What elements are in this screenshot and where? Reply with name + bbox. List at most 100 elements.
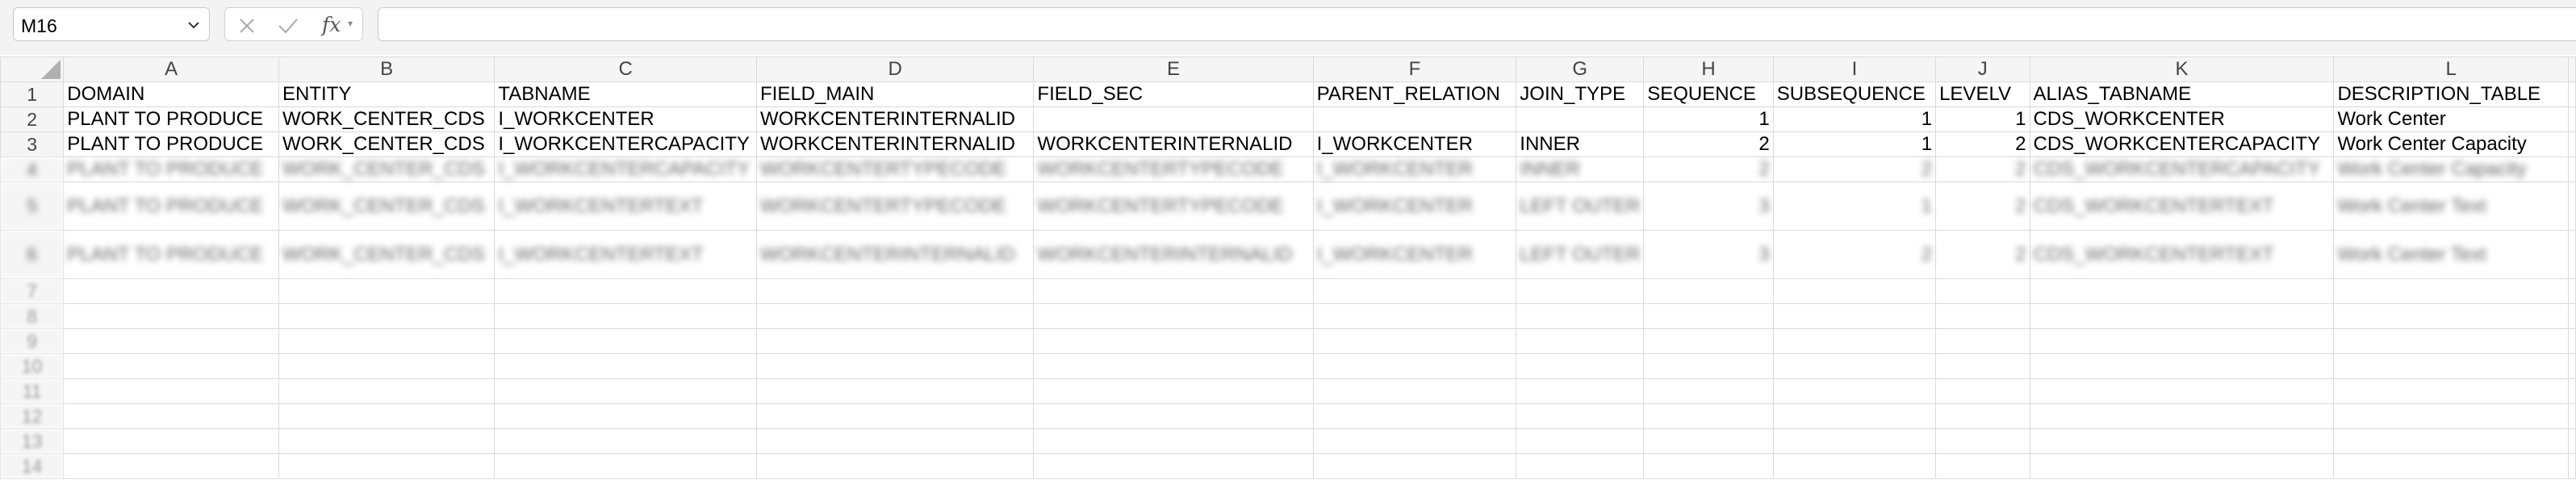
cell-a9[interactable] <box>63 328 279 354</box>
column-header-b[interactable]: B <box>278 56 496 82</box>
cell-f8[interactable] <box>1312 303 1517 329</box>
cell-a13[interactable] <box>63 428 279 454</box>
cell-f7[interactable] <box>1312 278 1517 304</box>
cell-g12[interactable] <box>1516 403 1645 429</box>
cell-a1[interactable]: DOMAIN <box>63 81 279 107</box>
cell-l12[interactable] <box>2333 403 2569 429</box>
cell-c9[interactable] <box>494 328 757 354</box>
cell-l4[interactable]: Work Center Capacity <box>2333 156 2569 182</box>
cell-d1[interactable]: FIELD_MAIN <box>755 81 1035 107</box>
cell-h3[interactable]: 2 <box>1643 131 1774 157</box>
cell-m12[interactable] <box>2568 403 2576 429</box>
cell-d14[interactable] <box>755 453 1035 479</box>
cell-c5[interactable]: I_WORKCENTERTEXT <box>494 181 757 231</box>
cell-l8[interactable] <box>2333 303 2569 329</box>
cell-k12[interactable] <box>2029 403 2335 429</box>
cell-f5[interactable]: I_WORKCENTER <box>1312 181 1517 231</box>
cell-g10[interactable] <box>1516 353 1645 379</box>
cell-l5[interactable]: Work Center Text <box>2333 181 2569 231</box>
cell-e2[interactable] <box>1033 106 1314 132</box>
cell-i11[interactable] <box>1772 378 1937 404</box>
cell-c12[interactable] <box>494 403 757 429</box>
cell-i5[interactable]: 1 <box>1772 181 1937 231</box>
cell-d4[interactable]: WORKCENTERTYPECODE <box>755 156 1035 182</box>
cell-g4[interactable]: INNER <box>1516 156 1645 182</box>
cell-k14[interactable] <box>2029 453 2335 479</box>
cell-j14[interactable] <box>1935 453 2030 479</box>
cell-c6[interactable]: I_WORKCENTERTEXT <box>494 230 757 279</box>
row-header[interactable]: 1 <box>0 81 65 107</box>
cell-d3[interactable]: WORKCENTERINTERNALID <box>755 131 1035 157</box>
cell-l14[interactable] <box>2333 453 2569 479</box>
cell-h8[interactable] <box>1643 303 1774 329</box>
cell-g14[interactable] <box>1516 453 1645 479</box>
cell-h2[interactable]: 1 <box>1643 106 1774 132</box>
cell-e4[interactable]: WORKCENTERTYPECODE <box>1033 156 1314 182</box>
cell-f4[interactable]: I_WORKCENTER <box>1312 156 1517 182</box>
cell-b8[interactable] <box>278 303 496 329</box>
cell-d11[interactable] <box>755 378 1035 404</box>
row-header[interactable]: 11 <box>0 378 65 404</box>
cell-g6[interactable]: LEFT OUTER <box>1516 230 1645 279</box>
cell-j1[interactable]: LEVELV <box>1935 81 2030 107</box>
row-header[interactable]: 10 <box>0 353 65 379</box>
cell-m5[interactable] <box>2568 181 2576 231</box>
cell-c10[interactable] <box>494 353 757 379</box>
cell-e7[interactable] <box>1033 278 1314 304</box>
cell-i6[interactable]: 2 <box>1772 230 1937 279</box>
cell-e12[interactable] <box>1033 403 1314 429</box>
cell-f11[interactable] <box>1312 378 1517 404</box>
cell-d5[interactable]: WORKCENTERTYPECODE <box>755 181 1035 231</box>
cell-a10[interactable] <box>63 353 279 379</box>
cell-j4[interactable]: 2 <box>1935 156 2030 182</box>
cell-g9[interactable] <box>1516 328 1645 354</box>
cell-j8[interactable] <box>1935 303 2030 329</box>
cell-h10[interactable] <box>1643 353 1774 379</box>
cell-f9[interactable] <box>1312 328 1517 354</box>
cancel-icon[interactable] <box>236 15 257 36</box>
cell-a6[interactable]: PLANT TO PRODUCE <box>63 230 279 279</box>
cell-c13[interactable] <box>494 428 757 454</box>
cell-m8[interactable] <box>2568 303 2576 329</box>
cell-a11[interactable] <box>63 378 279 404</box>
cell-e5[interactable]: WORKCENTERTYPECODE <box>1033 181 1314 231</box>
row-header[interactable]: 2 <box>0 106 65 132</box>
cell-h4[interactable]: 2 <box>1643 156 1774 182</box>
column-header-m[interactable] <box>2568 56 2576 82</box>
cell-c3[interactable]: I_WORKCENTERCAPACITY <box>494 131 757 157</box>
column-header-j[interactable]: J <box>1935 56 2030 82</box>
cell-b7[interactable] <box>278 278 496 304</box>
cell-l9[interactable] <box>2333 328 2569 354</box>
cell-i12[interactable] <box>1772 403 1937 429</box>
cell-c7[interactable] <box>494 278 757 304</box>
cell-e3[interactable]: WORKCENTERINTERNALID <box>1033 131 1314 157</box>
cell-k10[interactable] <box>2029 353 2335 379</box>
cell-k3[interactable]: CDS_WORKCENTERCAPACITY <box>2029 131 2335 157</box>
cell-m11[interactable] <box>2568 378 2576 404</box>
cell-d10[interactable] <box>755 353 1035 379</box>
insert-function-button[interactable]: fx <box>322 13 341 36</box>
cell-l1[interactable]: DESCRIPTION_TABLE <box>2333 81 2569 107</box>
cell-g2[interactable] <box>1516 106 1645 132</box>
cell-g3[interactable]: INNER <box>1516 131 1645 157</box>
formula-input[interactable] <box>378 7 2576 41</box>
fx-dropdown-icon[interactable]: ▾ <box>348 18 353 29</box>
cell-l2[interactable]: Work Center <box>2333 106 2569 132</box>
cell-a2[interactable]: PLANT TO PRODUCE <box>63 106 279 132</box>
cell-c1[interactable]: TABNAME <box>494 81 757 107</box>
cell-d13[interactable] <box>755 428 1035 454</box>
cell-b1[interactable]: ENTITY <box>278 81 496 107</box>
cell-b3[interactable]: WORK_CENTER_CDS <box>278 131 496 157</box>
cell-a4[interactable]: PLANT TO PRODUCE <box>63 156 279 182</box>
cell-m7[interactable] <box>2568 278 2576 304</box>
cell-i4[interactable]: 2 <box>1772 156 1937 182</box>
cell-b14[interactable] <box>278 453 496 479</box>
cell-i3[interactable]: 1 <box>1772 131 1937 157</box>
cell-j9[interactable] <box>1935 328 2030 354</box>
cell-l7[interactable] <box>2333 278 2569 304</box>
cell-e9[interactable] <box>1033 328 1314 354</box>
cell-i13[interactable] <box>1772 428 1937 454</box>
cell-h9[interactable] <box>1643 328 1774 354</box>
cell-h1[interactable]: SEQUENCE <box>1643 81 1774 107</box>
cell-b13[interactable] <box>278 428 496 454</box>
